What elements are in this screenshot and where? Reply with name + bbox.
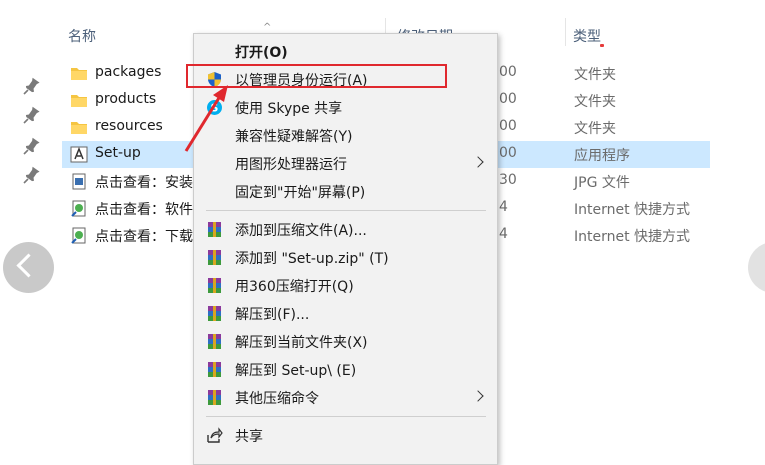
menu-item-other-compress[interactable]: 其他压缩命令 bbox=[194, 384, 497, 411]
menu-item-label: 解压到当前文件夹(X) bbox=[235, 335, 368, 351]
chevron-left-icon bbox=[16, 253, 41, 278]
menu-item-share[interactable]: 共享 bbox=[194, 422, 497, 449]
file-name: 点击查看：下载 bbox=[95, 229, 193, 245]
menu-item-label: 其他压缩命令 bbox=[235, 391, 319, 407]
annotation-arrow-icon bbox=[184, 85, 228, 152]
menu-item-label: 用图形处理器运行 bbox=[235, 157, 347, 173]
file-name: 点击查看：软件 bbox=[95, 202, 193, 218]
file-date: 4 bbox=[499, 199, 508, 215]
menu-item-label: 用360压缩打开(Q) bbox=[235, 279, 354, 295]
pin-icon[interactable] bbox=[22, 165, 42, 185]
file-name: resources bbox=[95, 118, 163, 134]
internet-shortcut-icon bbox=[71, 200, 86, 217]
pin-icon[interactable] bbox=[22, 76, 42, 96]
menu-item-label: 解压到(F)... bbox=[235, 307, 310, 323]
file-type: 文件夹 bbox=[574, 67, 616, 83]
winrar-icon bbox=[208, 390, 221, 405]
file-date: 00 bbox=[499, 64, 517, 80]
file-name: 点击查看：安装 bbox=[95, 175, 193, 191]
winrar-icon bbox=[208, 306, 221, 321]
adobe-app-icon bbox=[70, 146, 88, 163]
file-name: Set-up bbox=[95, 145, 141, 161]
file-name: packages bbox=[95, 64, 162, 80]
menu-item-extract-to[interactable]: 解压到(F)... bbox=[194, 300, 497, 327]
file-date: 00 bbox=[499, 91, 517, 107]
file-type: 文件夹 bbox=[574, 121, 616, 137]
menu-item-label: 解压到 Set-up\ (E) bbox=[235, 363, 357, 379]
file-type: JPG 文件 bbox=[574, 175, 630, 191]
menu-item-open[interactable]: 打开(O) bbox=[194, 38, 497, 65]
internet-shortcut-icon bbox=[71, 227, 86, 244]
menu-item-add-archive[interactable]: 添加到压缩文件(A)... bbox=[194, 216, 497, 243]
submenu-arrow-icon bbox=[472, 390, 484, 402]
menu-separator bbox=[206, 416, 486, 417]
winrar-icon bbox=[208, 222, 221, 237]
previous-slide-button[interactable] bbox=[3, 242, 54, 293]
file-date: 00 bbox=[499, 118, 517, 134]
menu-item-label: 添加到压缩文件(A)... bbox=[235, 223, 367, 239]
pin-icon[interactable] bbox=[22, 136, 42, 156]
folder-icon bbox=[71, 122, 87, 134]
menu-item-label: 打开(O) bbox=[235, 45, 288, 61]
file-date: 30 bbox=[499, 172, 517, 188]
file-type: 应用程序 bbox=[574, 148, 630, 164]
pin-icon[interactable] bbox=[22, 105, 42, 125]
menu-item-pin-start[interactable]: 固定到"开始"屏幕(P) bbox=[194, 178, 497, 205]
file-type: Internet 快捷方式 bbox=[574, 202, 691, 218]
menu-item-label: 共享 bbox=[235, 429, 263, 445]
winrar-icon bbox=[208, 250, 221, 265]
share-icon bbox=[207, 427, 223, 443]
file-name: products bbox=[95, 91, 157, 107]
column-divider[interactable] bbox=[565, 18, 566, 46]
menu-item-label: 固定到"开始"屏幕(P) bbox=[235, 185, 366, 201]
menu-item-label: 兼容性疑难解答(Y) bbox=[235, 129, 353, 145]
file-date: 4 bbox=[499, 226, 508, 242]
winrar-icon bbox=[208, 362, 221, 377]
column-header-type[interactable]: 类型 bbox=[573, 26, 601, 46]
menu-item-label: 使用 Skype 共享 bbox=[235, 101, 343, 117]
menu-item-label: 添加到 "Set-up.zip" (T) bbox=[235, 251, 389, 267]
winrar-icon bbox=[208, 334, 221, 349]
menu-item-extract-setup[interactable]: 解压到 Set-up\ (E) bbox=[194, 356, 497, 383]
sort-ascending-icon: ^ bbox=[263, 22, 272, 33]
file-type: Internet 快捷方式 bbox=[574, 229, 691, 245]
red-mark bbox=[600, 44, 604, 47]
image-file-icon bbox=[72, 173, 86, 190]
column-header-name[interactable]: 名称 bbox=[68, 26, 96, 46]
menu-separator bbox=[206, 210, 486, 211]
winrar-icon bbox=[208, 278, 221, 293]
menu-item-open-360[interactable]: 用360压缩打开(Q) bbox=[194, 272, 497, 299]
file-type: 文件夹 bbox=[574, 94, 616, 110]
folder-icon bbox=[71, 95, 87, 107]
menu-item-extract-here[interactable]: 解压到当前文件夹(X) bbox=[194, 328, 497, 355]
folder-icon bbox=[71, 68, 87, 80]
file-date: 00 bbox=[499, 145, 517, 161]
next-slide-button[interactable] bbox=[748, 242, 765, 293]
menu-item-add-zip[interactable]: 添加到 "Set-up.zip" (T) bbox=[194, 244, 497, 271]
submenu-arrow-icon bbox=[472, 156, 484, 168]
